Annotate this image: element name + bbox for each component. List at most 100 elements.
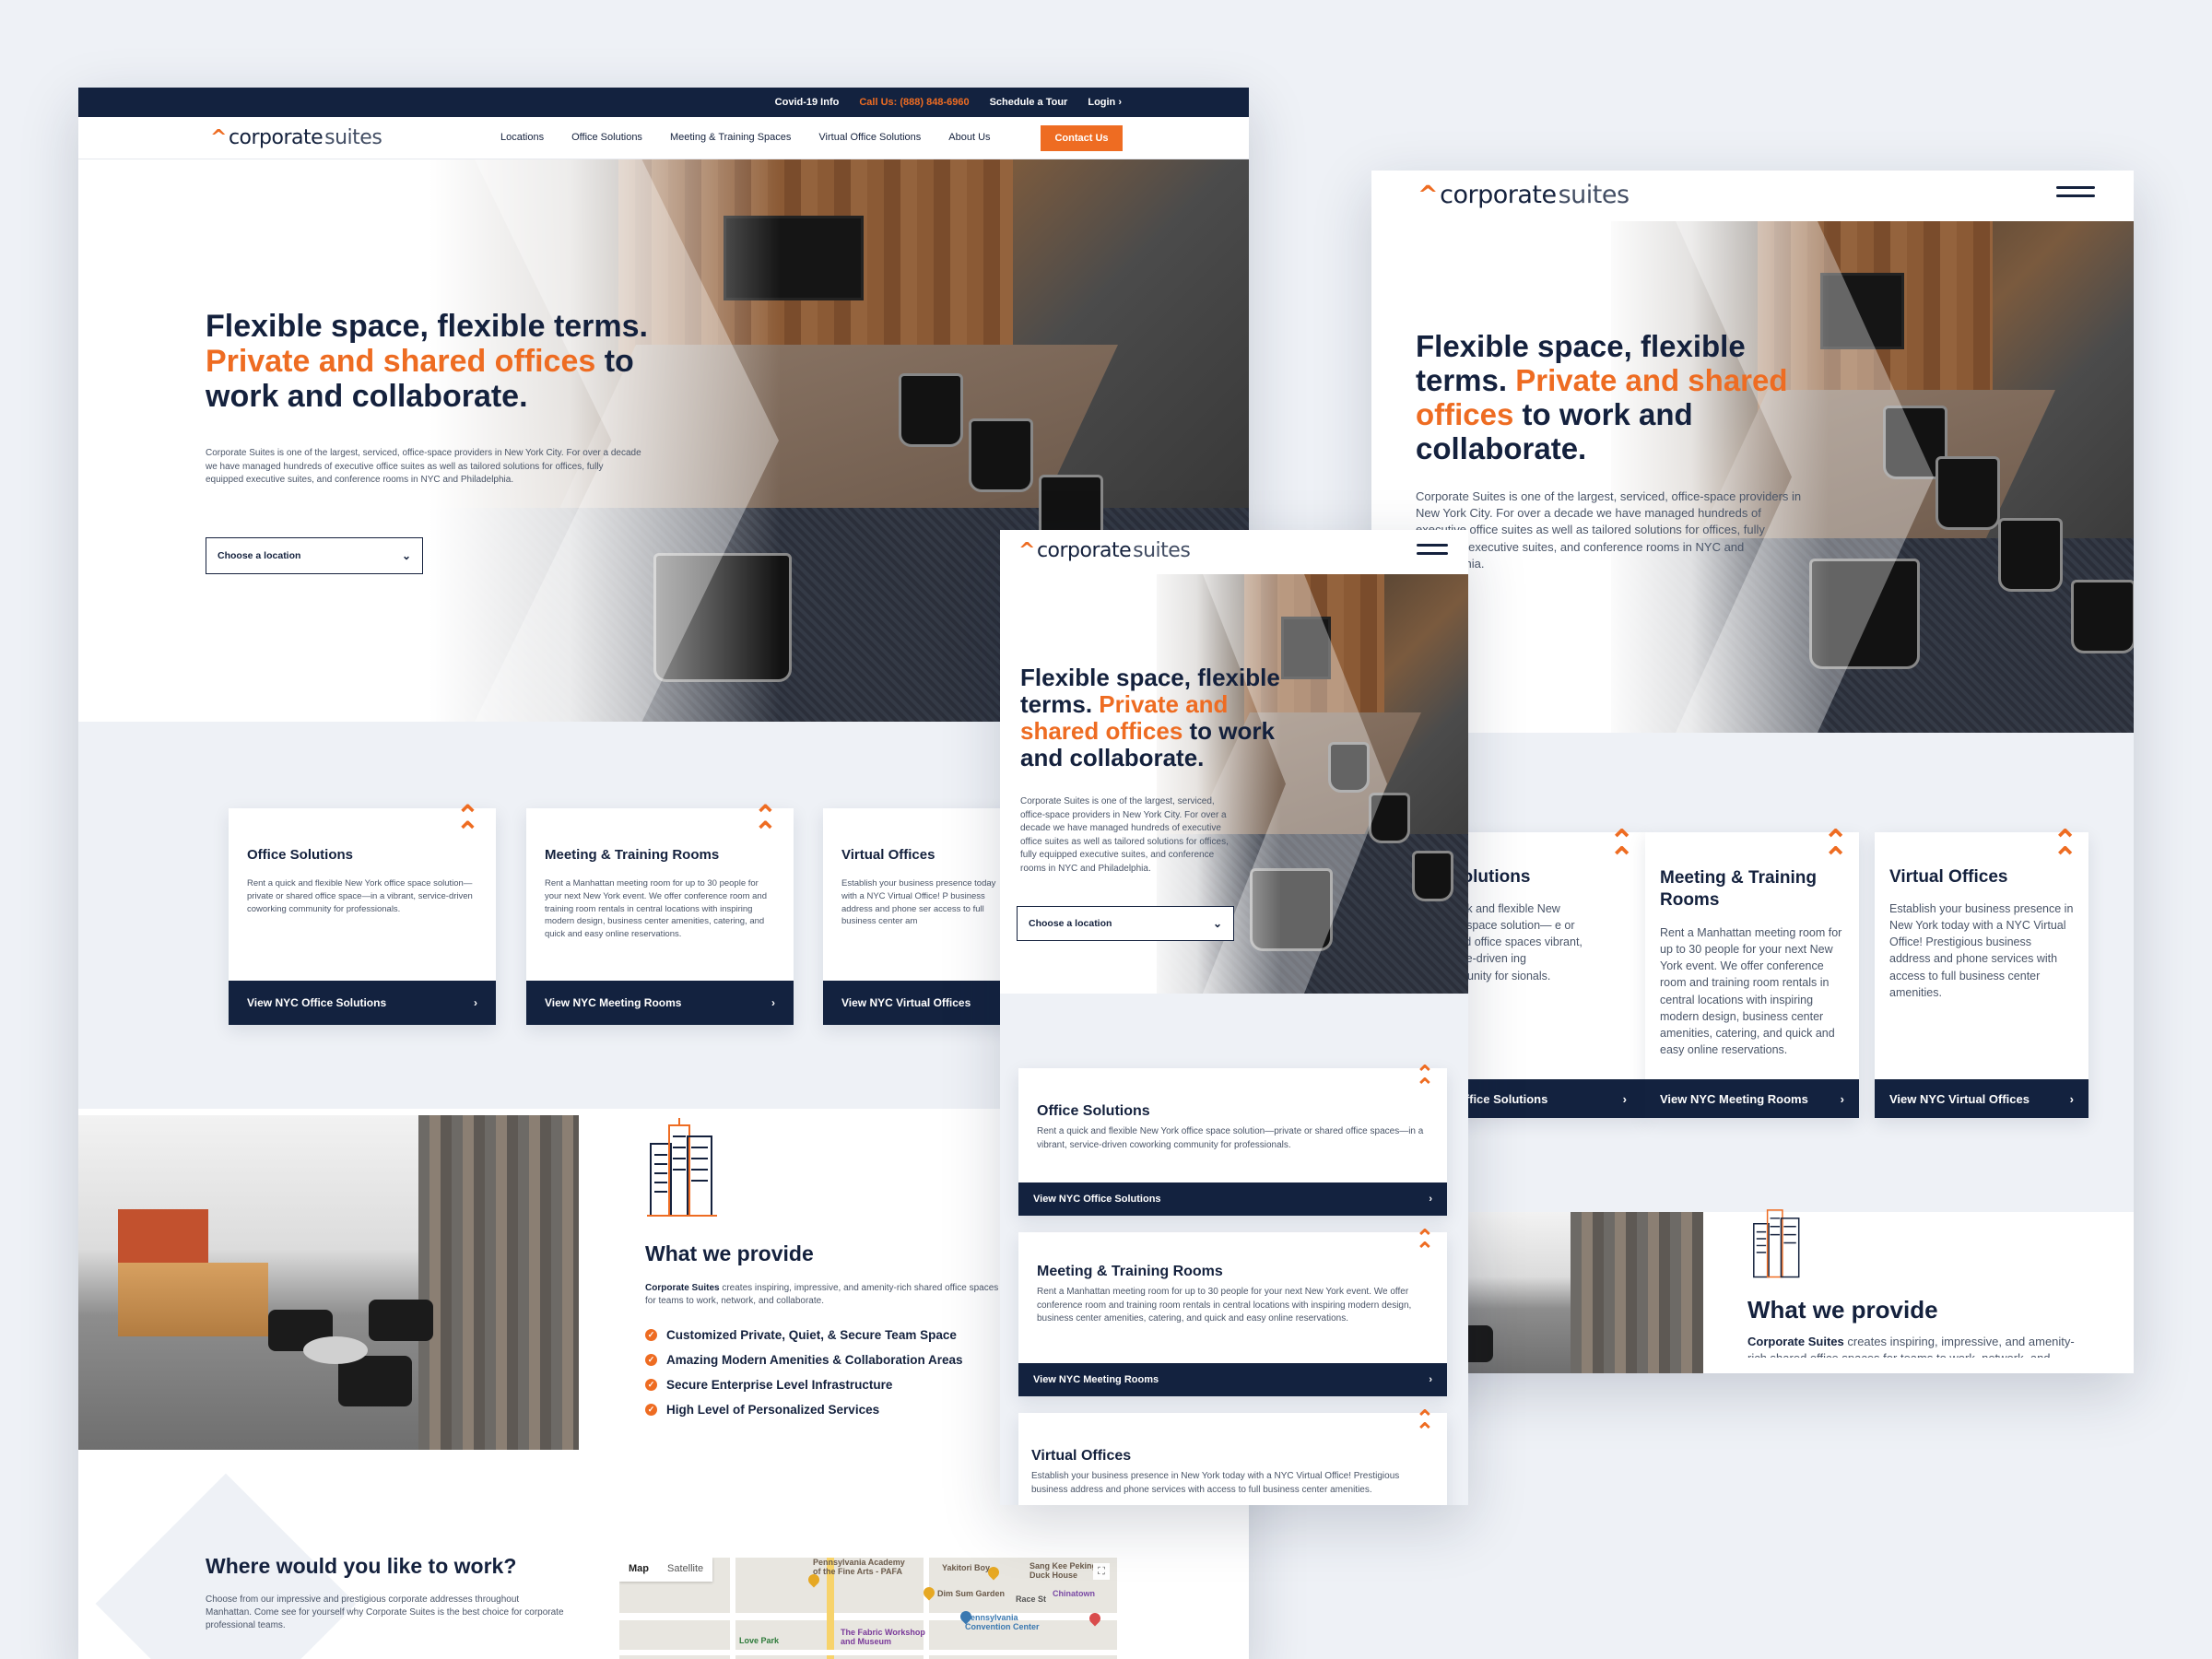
cta-label: View NYC Meeting Rooms xyxy=(545,996,682,1009)
card-description: Establish your business presence in New … xyxy=(1031,1471,1400,1495)
chevron-right-icon: › xyxy=(474,996,477,1009)
logo-word-corporate: corporate xyxy=(228,126,324,149)
brand-name: Corporate Suites xyxy=(1747,1335,1844,1348)
view-meeting-rooms-button[interactable]: View NYC Meeting Rooms › xyxy=(1645,1079,1859,1118)
logo-chevron-icon: ^ xyxy=(1418,181,1439,209)
hero-heading-line-2: terms. xyxy=(1020,690,1093,719)
hero-heading-highlight: Private and xyxy=(1092,690,1229,719)
cta-label: View NYC Meeting Rooms xyxy=(1033,1374,1159,1385)
map-tab[interactable]: Map xyxy=(619,1558,658,1582)
hero-heading-highlight-2: shared offices xyxy=(1020,717,1183,746)
map-label: Race St xyxy=(1016,1594,1047,1604)
chevron-down-icon: ⌄ xyxy=(1212,917,1222,930)
view-office-solutions-button[interactable]: View NYC Office Solutions › xyxy=(1018,1182,1447,1216)
card-title: Virtual Offices xyxy=(1889,867,2008,887)
utility-bar: Covid-19 Info Call Us: (888) 848-6960 Sc… xyxy=(78,88,1249,117)
hero-heading-line-4: collaborate. xyxy=(1416,430,1587,465)
chevron-right-icon: › xyxy=(1622,1091,1627,1106)
view-virtual-offices-button[interactable]: View NYC Virtual Offices › xyxy=(1875,1079,2088,1118)
what-we-provide-description: Corporate Suites creates inspiring, impr… xyxy=(1747,1334,2079,1358)
feature-label: Customized Private, Quiet, & Secure Team… xyxy=(666,1328,957,1342)
hero-heading-line-3: work and collaborate. xyxy=(206,379,528,415)
location-select[interactable]: Choose a location ⌄ xyxy=(206,537,423,574)
nav-item-virtual-office[interactable]: Virtual Office Solutions xyxy=(818,132,921,143)
logo-chevron-icon: ^ xyxy=(1018,539,1035,562)
chevron-right-icon: › xyxy=(1429,1194,1432,1205)
logo[interactable]: ^ corporate suites xyxy=(210,126,382,149)
nav-item-locations[interactable]: Locations xyxy=(500,132,544,143)
hero-heading-line-3: to work and xyxy=(1513,396,1693,431)
logo[interactable]: ^ corporate suites xyxy=(1418,181,1630,209)
what-we-provide-description: Corporate Suites creates inspiring, impr… xyxy=(645,1282,1000,1308)
card-description: Establish your business presence in New … xyxy=(1889,902,2074,999)
hero-heading-line-1: Flexible space, flexible terms. xyxy=(206,309,649,344)
buildings-icon xyxy=(1749,1205,1805,1278)
chevron-up-icon: ⌃ ⌃ xyxy=(1415,1406,1434,1445)
feature-item: ✓ Amazing Modern Amenities & Collaboratio… xyxy=(645,1353,963,1367)
card-title-line-2: Rooms xyxy=(1660,889,1720,910)
check-icon: ✓ xyxy=(645,1329,657,1341)
meeting-rooms-card: ⌃ ⌃ Meeting & Training Rooms Rent a Manha… xyxy=(526,803,794,1025)
chevron-down-icon: ⌄ xyxy=(401,549,411,562)
card-description: Rent a Manhattan meeting room for up to … xyxy=(1660,926,1842,1056)
covid-info-link[interactable]: Covid-19 Info xyxy=(775,97,840,108)
hero-heading-line-1: Flexible space, flexible xyxy=(1416,329,1746,363)
contact-us-button[interactable]: Contact Us xyxy=(1041,125,1123,151)
card-description: Rent a Manhattan meeting room for up to … xyxy=(545,878,767,940)
lobby-photo xyxy=(78,1115,579,1450)
office-solutions-card: ⌃ ⌃ Office Solutions Rent a quick and fle… xyxy=(1018,1064,1447,1216)
nav-item-office-solutions[interactable]: Office Solutions xyxy=(571,132,642,143)
hero-heading-highlight-2: offices xyxy=(1416,396,1514,431)
hamburger-menu-icon[interactable] xyxy=(1417,544,1448,555)
logo[interactable]: ^ corporate suites xyxy=(1018,539,1191,562)
schedule-tour-link[interactable]: Schedule a Tour xyxy=(990,97,1068,108)
logo-word-suites: suites xyxy=(1558,181,1630,209)
feature-label: Amazing Modern Amenities & Collaboration… xyxy=(666,1353,963,1367)
call-us-link[interactable]: Call Us: (888) 848-6960 xyxy=(859,97,969,108)
cta-label: View NYC Virtual Offices xyxy=(841,996,971,1009)
view-meeting-rooms-button[interactable]: View NYC Meeting Rooms › xyxy=(526,981,794,1025)
hero-heading-highlight: Private and shared offices xyxy=(206,344,596,380)
feature-item: ✓ High Level of Personalized Services xyxy=(645,1403,963,1417)
location-select[interactable]: Choose a location ⌄ xyxy=(1017,906,1234,941)
view-meeting-rooms-button[interactable]: View NYC Meeting Rooms › xyxy=(1018,1363,1447,1396)
hero-description: Corporate Suites is one of the largest, … xyxy=(1416,489,1802,571)
logo-word-suites: suites xyxy=(324,126,382,149)
meeting-rooms-card: ⌃ ⌃ Meeting & Training Rooms Rent a Manha… xyxy=(1018,1228,1447,1396)
card-title: Meeting & Training Rooms xyxy=(1660,867,1817,912)
hero-heading: Flexible space, flexible terms. Private … xyxy=(1020,664,1280,771)
card-title: Virtual Offices xyxy=(1031,1448,1132,1464)
hero-heading: Flexible space, flexible terms. Private … xyxy=(206,309,648,414)
card-title: Meeting & Training Rooms xyxy=(1037,1264,1223,1279)
map-label: Yakitori Boy xyxy=(942,1563,991,1572)
card-description: Establish your business presence today w… xyxy=(841,878,996,927)
main-nav: ^ corporate suites Locations Office Solut… xyxy=(78,117,1249,159)
map-label: Chinatown xyxy=(1053,1589,1095,1598)
view-office-solutions-button[interactable]: View NYC Office Solutions › xyxy=(229,981,496,1025)
location-select-label: Choose a location xyxy=(218,550,301,561)
hero-description: Corporate Suites is one of the largest, … xyxy=(206,448,641,485)
office-solutions-card: ⌃ ⌃ Office Solutions Rent a quick and fle… xyxy=(229,803,496,1025)
satellite-tab[interactable]: Satellite xyxy=(658,1558,712,1582)
hero-description: Corporate Suites is one of the largest, … xyxy=(1020,796,1229,874)
nav-item-about-us[interactable]: About Us xyxy=(948,132,990,143)
card-title: Office Solutions xyxy=(247,847,354,863)
feature-item: ✓ Secure Enterprise Level Infrastructure xyxy=(645,1378,963,1392)
locations-map[interactable]: Map Satellite Pennsylvania Academy of th… xyxy=(619,1558,1117,1659)
mobile-mockup: ^ corporate suites Flexible space, flexib… xyxy=(1000,530,1468,1505)
where-description: Choose from our impressive and prestigio… xyxy=(206,1594,564,1630)
map-label: The Fabric Workshop and Museum xyxy=(841,1628,925,1646)
fullscreen-icon[interactable]: ⛶ xyxy=(1093,1563,1110,1580)
virtual-offices-card: ⌃ ⌃ Virtual Offices Establish your busine… xyxy=(1875,826,2088,1118)
feature-item: ✓ Customized Private, Quiet, & Secure Tea… xyxy=(645,1328,963,1342)
chevron-right-icon: › xyxy=(2069,1091,2074,1106)
login-link[interactable]: Login › xyxy=(1088,97,1122,108)
logo-word-suites: suites xyxy=(1133,539,1191,562)
hero-heading-highlight: Private and shared xyxy=(1515,362,1788,397)
cta-label: View NYC Virtual Offices xyxy=(1889,1091,2030,1106)
hamburger-menu-icon[interactable] xyxy=(2056,186,2095,197)
feature-label: Secure Enterprise Level Infrastructure xyxy=(666,1378,893,1392)
cta-label: View NYC Meeting Rooms xyxy=(1660,1091,1808,1106)
nav-item-meeting-training[interactable]: Meeting & Training Spaces xyxy=(670,132,791,143)
map-label: Sang Kee Peking Duck House xyxy=(1030,1561,1098,1580)
